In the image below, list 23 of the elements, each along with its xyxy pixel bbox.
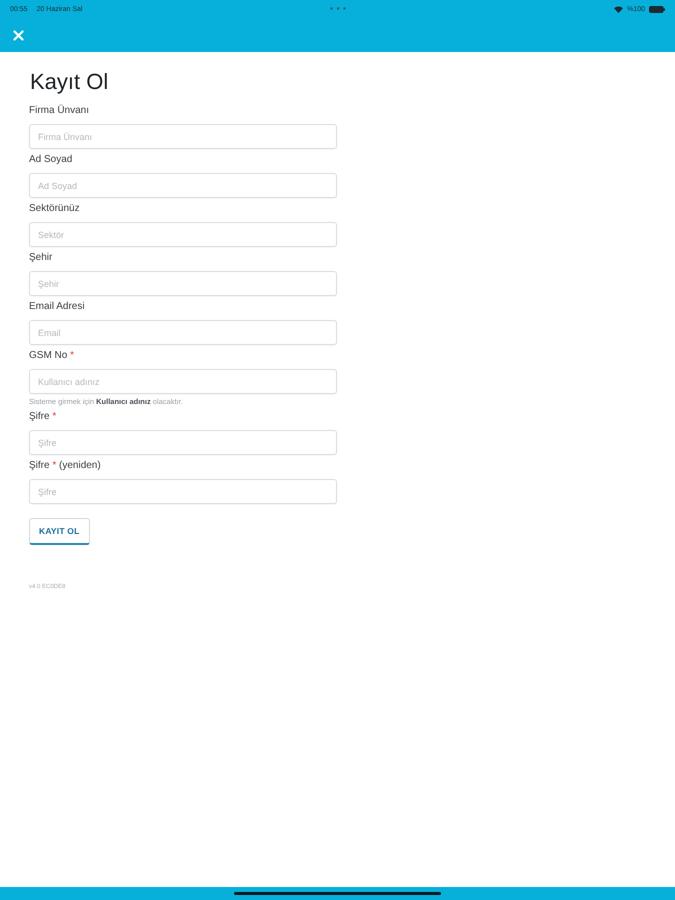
text-field[interactable]: Şifre bbox=[29, 430, 337, 455]
text-field[interactable]: Kullanıcı adınız bbox=[29, 369, 337, 394]
text-field[interactable]: Ad Soyad bbox=[29, 173, 337, 198]
register-button[interactable]: KAYIT OL bbox=[29, 518, 90, 545]
battery-icon bbox=[649, 6, 665, 12]
close-icon bbox=[13, 30, 24, 40]
field-label: Ad Soyad bbox=[29, 153, 72, 167]
text-field[interactable]: Şehir bbox=[29, 271, 337, 296]
field-label: Şehir bbox=[29, 251, 52, 265]
text-field[interactable]: Sektör bbox=[29, 222, 337, 247]
field-label: Şifre * bbox=[29, 410, 56, 424]
more-dots-icon bbox=[330, 7, 346, 10]
field-label: GSM No * bbox=[29, 349, 74, 363]
text-field[interactable]: Şifre bbox=[29, 479, 337, 504]
text-field[interactable]: Firma Ünvanı bbox=[29, 124, 337, 149]
field-label: Firma Ünvanı bbox=[29, 104, 90, 118]
page-title: Kayıt Ol bbox=[30, 69, 108, 95]
close-button[interactable] bbox=[13, 30, 24, 40]
field-label: Şifre * (yeniden) bbox=[29, 459, 101, 473]
field-label: Sektörünüz bbox=[29, 202, 80, 216]
text-field[interactable]: Email bbox=[29, 320, 337, 345]
wifi-icon bbox=[614, 6, 624, 12]
field-label: Email Adresi bbox=[29, 300, 85, 314]
